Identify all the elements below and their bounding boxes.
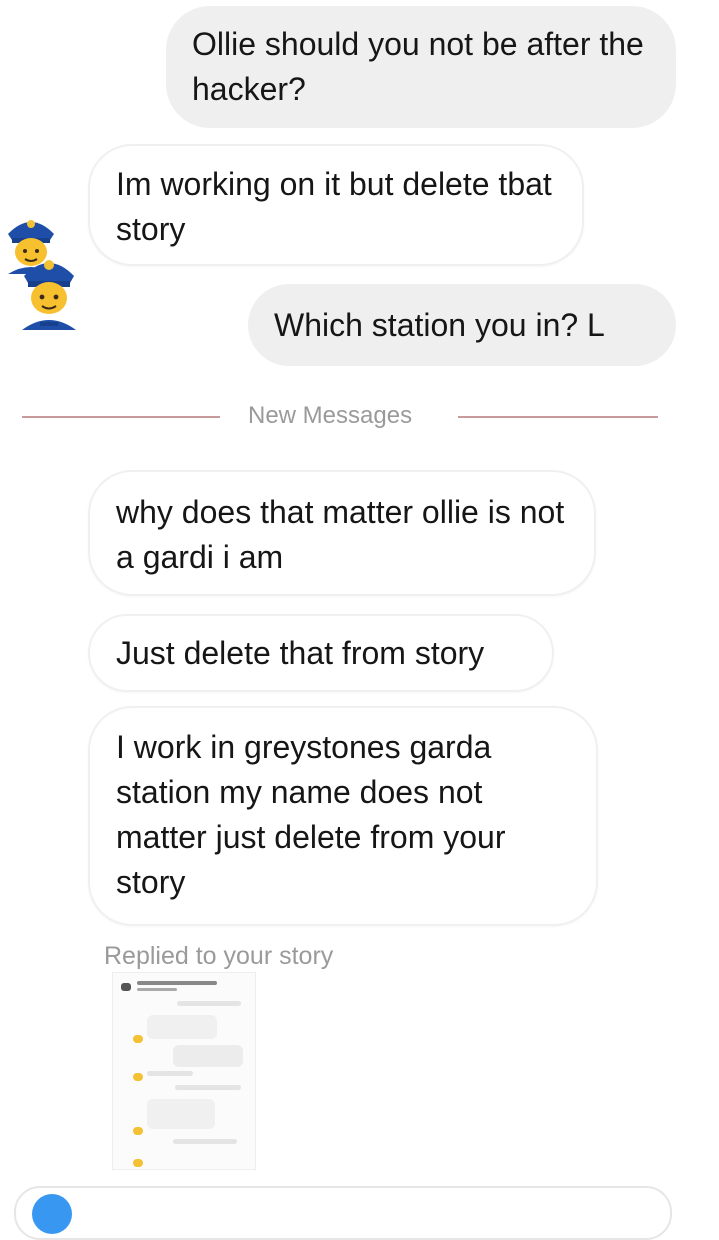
message-outgoing-1[interactable]: Ollie should you not be after the hacker…	[166, 6, 676, 128]
message-text: Im working on it but delete tbat story	[116, 166, 552, 247]
camera-button[interactable]	[32, 1194, 72, 1234]
message-text: why does that matter ollie is not a gard…	[116, 494, 565, 575]
message-text: I work in greystones garda station my na…	[116, 729, 506, 900]
message-incoming-3[interactable]: Just delete that from story	[88, 614, 554, 692]
divider-line-right	[458, 416, 658, 418]
message-composer[interactable]	[14, 1186, 672, 1240]
divider-label: New Messages	[248, 402, 413, 429]
new-messages-divider: New Messages	[0, 402, 719, 436]
message-text: Which station you in? L	[274, 307, 605, 343]
message-incoming-1[interactable]: Im working on it but delete tbat story	[88, 144, 584, 266]
story-thumbnail[interactable]	[112, 972, 256, 1170]
message-text: Just delete that from story	[116, 635, 485, 671]
message-incoming-4[interactable]: I work in greystones garda station my na…	[88, 706, 598, 926]
message-incoming-2[interactable]: why does that matter ollie is not a gard…	[88, 470, 596, 596]
replied-to-story-label: Replied to your story	[104, 942, 334, 970]
divider-line-left	[22, 416, 220, 418]
message-text: Ollie should you not be after the hacker…	[192, 26, 644, 107]
police-officer-icon	[16, 250, 82, 330]
message-outgoing-2[interactable]: Which station you in? L	[248, 284, 676, 366]
